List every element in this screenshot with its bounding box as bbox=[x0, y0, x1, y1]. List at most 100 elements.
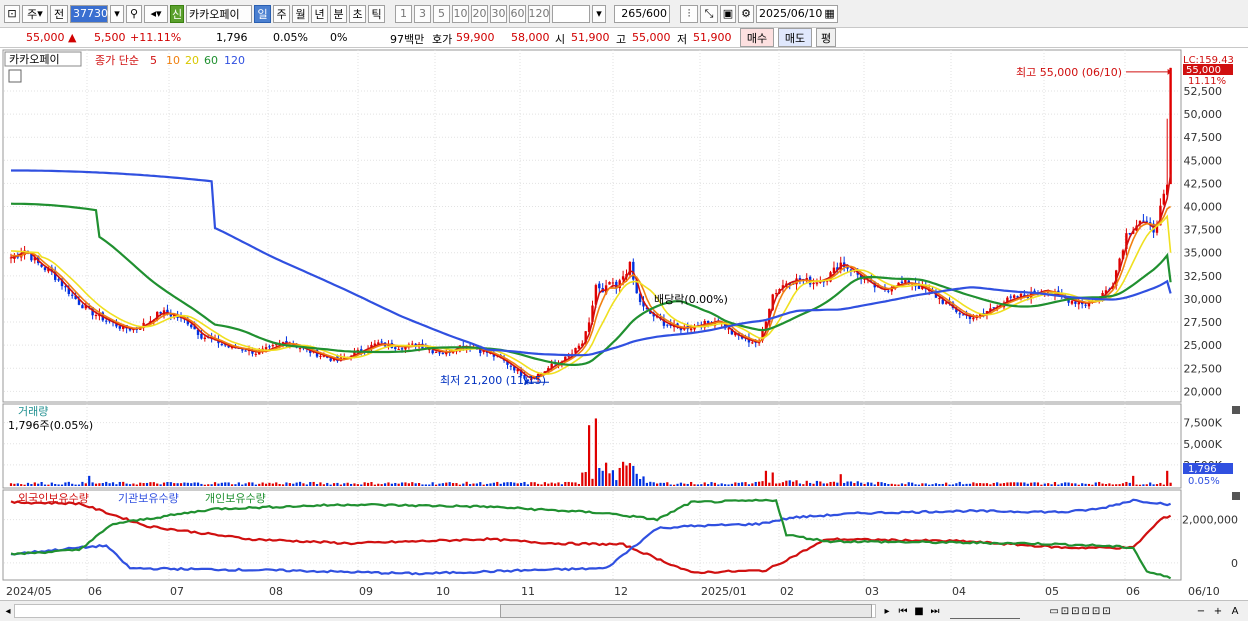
volume-bar-126 bbox=[438, 483, 441, 486]
volume-bar-228 bbox=[785, 480, 788, 486]
volume-bar-197 bbox=[679, 482, 683, 486]
volume-bar-268 bbox=[921, 483, 924, 486]
date-field[interactable]: 2025/06/10 ▦ bbox=[756, 4, 838, 23]
period-tick[interactable]: 틱 bbox=[368, 4, 385, 23]
table-icon[interactable] bbox=[8, 69, 22, 83]
period-day[interactable]: 일 bbox=[254, 4, 271, 23]
period-month[interactable]: 월 bbox=[292, 4, 309, 23]
buy-button[interactable]: 매수 bbox=[740, 28, 774, 47]
scroll-right-icon[interactable]: ▸ bbox=[880, 603, 894, 619]
volume-bar-329 bbox=[1128, 482, 1131, 486]
scroll-thumb[interactable] bbox=[500, 604, 872, 618]
candle-body-312 bbox=[1070, 301, 1074, 304]
interval-5[interactable]: 5 bbox=[433, 4, 450, 23]
avg-button[interactable]: 평 bbox=[816, 28, 836, 47]
volume-bar-6 bbox=[30, 484, 33, 486]
volume-bar-95 bbox=[332, 483, 336, 486]
interval-dropdown-icon[interactable]: ▾ bbox=[592, 4, 606, 23]
zoom-in-icon[interactable]: + bbox=[1212, 603, 1224, 619]
draw-tool-icon[interactable]: ⤡ bbox=[700, 4, 718, 23]
interval-120[interactable]: 120 bbox=[528, 4, 550, 23]
candle-icon[interactable]: ⫶ bbox=[680, 4, 698, 23]
volume-bar-243 bbox=[836, 482, 839, 486]
candle-body-25 bbox=[94, 315, 98, 317]
interval-1[interactable]: 1 bbox=[395, 4, 412, 23]
interval-10[interactable]: 10 bbox=[452, 4, 469, 23]
volume-bar-169 bbox=[584, 472, 587, 486]
volume-bar-65 bbox=[230, 484, 234, 486]
period-week[interactable]: 주 bbox=[273, 4, 290, 23]
price-change: 5,500 bbox=[94, 31, 126, 44]
volume-last-label: 1,796 bbox=[1188, 464, 1217, 475]
volume-bar-18 bbox=[71, 483, 74, 486]
stop-icon[interactable]: ■ bbox=[912, 603, 926, 619]
stock-name-legend: 카카오페이 bbox=[9, 53, 60, 66]
search-icon[interactable]: ⚲ bbox=[126, 4, 142, 23]
gear-icon[interactable]: ⚙ bbox=[738, 4, 754, 23]
volume-bar-112 bbox=[390, 483, 393, 486]
low-label: 저 bbox=[677, 33, 688, 46]
volume-bar-88 bbox=[309, 482, 312, 486]
volume-pane-frame bbox=[2, 403, 1182, 489]
scroll-left-icon[interactable]: ◂ bbox=[2, 603, 14, 619]
volume-bar-36 bbox=[132, 483, 135, 486]
volume-tick-1: 5,000K bbox=[1183, 438, 1222, 451]
count-field[interactable]: 265/600 bbox=[614, 4, 670, 23]
volume-bar-122 bbox=[424, 484, 427, 486]
candle-body-262 bbox=[900, 281, 904, 284]
volume-bar-139 bbox=[482, 484, 485, 486]
chart-tools-icon[interactable]: ▭⊡⊡⊡⊡⊡ bbox=[1026, 603, 1136, 619]
current-price: 55,000 ▲ bbox=[26, 31, 76, 44]
candle-body-16 bbox=[64, 286, 67, 288]
rewind-icon[interactable]: ⏮ bbox=[896, 603, 910, 619]
zoom-out-icon[interactable]: − bbox=[1195, 603, 1207, 619]
sound-icon[interactable]: ◂▾ bbox=[144, 4, 168, 23]
play-icon[interactable]: ⏭ bbox=[928, 603, 942, 619]
volume-bar-93 bbox=[326, 482, 329, 486]
candle-body-56 bbox=[200, 333, 203, 339]
sell-button[interactable]: 매도 bbox=[778, 28, 812, 47]
volume-bar-66 bbox=[234, 484, 237, 486]
code-dropdown-icon[interactable]: ▾ bbox=[110, 4, 124, 23]
chart-canvas[interactable]: 20,000 22,500 25,000 27,500 30,000 32,500 35,0… bbox=[0, 48, 1248, 600]
volume-bar-45 bbox=[162, 482, 166, 486]
layout-icon[interactable]: ⊡ bbox=[4, 4, 20, 23]
volume-bar-267 bbox=[917, 484, 921, 486]
calendar-icon[interactable]: ▦ bbox=[824, 7, 834, 20]
flow-legend-individual: 개인보유수량 bbox=[205, 492, 266, 505]
volume-bar-71 bbox=[251, 482, 254, 486]
x-tick-13: 06 bbox=[1126, 585, 1140, 598]
auto-scale-icon[interactable]: A bbox=[1228, 603, 1242, 619]
interval-custom-input[interactable] bbox=[552, 4, 590, 23]
period-minute[interactable]: 분 bbox=[330, 4, 347, 23]
candle-body-125 bbox=[434, 351, 438, 353]
zoom-slider[interactable] bbox=[950, 603, 1020, 619]
flow-pane-close-icon bbox=[1232, 492, 1240, 500]
volume-bar-51 bbox=[183, 482, 186, 486]
interval-20[interactable]: 20 bbox=[471, 4, 488, 23]
volume-bar-29 bbox=[108, 483, 111, 486]
candle-body-313 bbox=[1074, 301, 1077, 304]
volume-bar-291 bbox=[999, 483, 1002, 486]
flow-pane-frame bbox=[2, 489, 1182, 581]
jeon-button[interactable]: 전 bbox=[50, 4, 68, 23]
code-input[interactable]: 377300 bbox=[70, 4, 115, 23]
save-icon[interactable]: ▣ bbox=[720, 4, 736, 23]
candle-body-339 bbox=[1162, 193, 1165, 205]
last-price-label: 55,000 bbox=[1186, 65, 1221, 76]
volume-bar-313 bbox=[1074, 483, 1077, 486]
ma-legend-120: 120 bbox=[224, 54, 245, 67]
volume-bar-230 bbox=[792, 481, 795, 486]
candle-body-176 bbox=[608, 281, 611, 285]
volume-bar-16 bbox=[64, 482, 67, 486]
volume-bar-336 bbox=[1152, 484, 1155, 486]
interval-30[interactable]: 30 bbox=[490, 4, 507, 23]
period-select[interactable]: 주 ▾ bbox=[22, 4, 48, 23]
interval-60[interactable]: 60 bbox=[509, 4, 526, 23]
volume-bar-183 bbox=[632, 465, 635, 486]
interval-3[interactable]: 3 bbox=[414, 4, 431, 23]
period-year[interactable]: 년 bbox=[311, 4, 328, 23]
volume-bar-239 bbox=[822, 483, 825, 486]
period-second[interactable]: 초 bbox=[349, 4, 366, 23]
scrollbar[interactable]: ◂ ▸ ⏮ ■ ⏭ ▭⊡⊡⊡⊡⊡ − + A bbox=[0, 600, 1248, 621]
